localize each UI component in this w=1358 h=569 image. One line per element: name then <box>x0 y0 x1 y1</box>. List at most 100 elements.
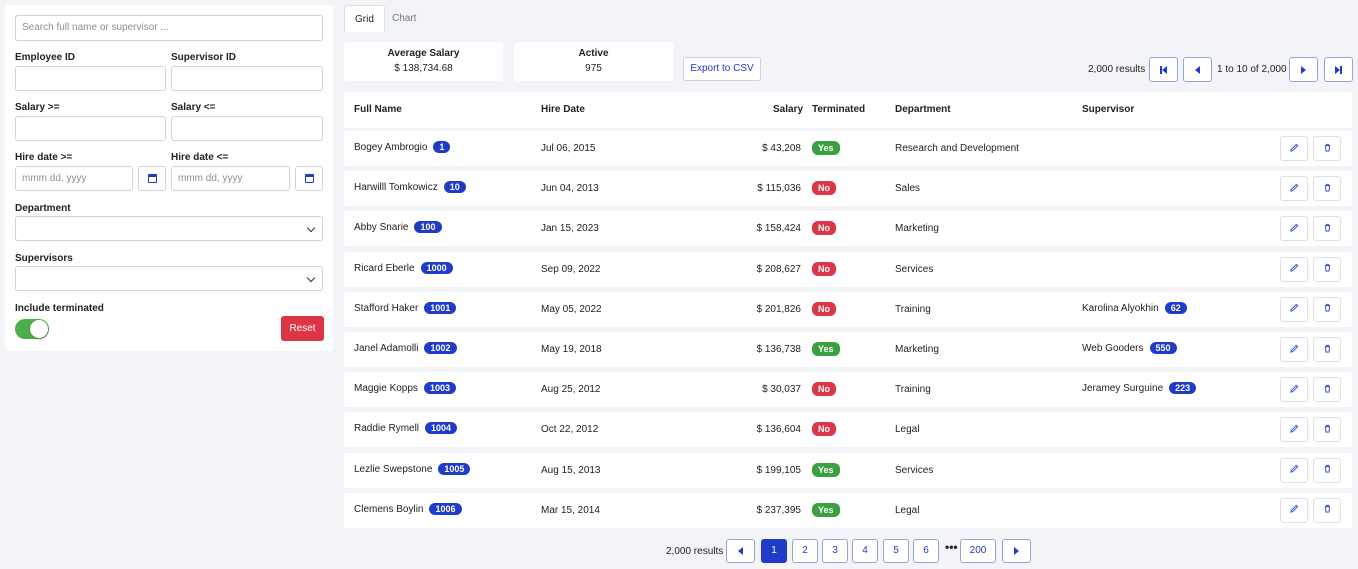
first-page-button[interactable] <box>1149 57 1178 82</box>
edit-button[interactable] <box>1280 377 1308 403</box>
supervisor-id-badge[interactable]: 62 <box>1164 301 1187 314</box>
terminated-badge: Yes <box>812 141 840 155</box>
employee-id-badge[interactable]: 10 <box>443 181 466 194</box>
tab-chart[interactable]: Chart <box>382 5 426 32</box>
column-salary[interactable]: Salary <box>773 104 803 115</box>
edit-button[interactable] <box>1280 417 1308 443</box>
cell-salary: $ 30,037 <box>762 384 801 396</box>
edit-button[interactable] <box>1280 176 1308 202</box>
delete-button[interactable] <box>1313 216 1341 242</box>
delete-button[interactable] <box>1313 176 1341 202</box>
employee-id-badge[interactable]: 1002 <box>424 342 457 354</box>
cell-department: Services <box>895 263 934 275</box>
trash-icon <box>1323 464 1332 476</box>
employee-id-badge[interactable]: 1000 <box>420 261 453 274</box>
delete-button[interactable] <box>1313 136 1341 161</box>
toggle-knob <box>30 320 48 338</box>
page-last-button[interactable]: 200 <box>960 539 996 563</box>
page-1-button[interactable]: 1 <box>761 539 787 563</box>
cell-hire-date: Jan 15, 2023 <box>541 223 599 235</box>
column-hire-date[interactable]: Hire Date <box>541 104 585 115</box>
edit-button[interactable] <box>1280 136 1308 161</box>
delete-button[interactable] <box>1313 457 1341 483</box>
cell-supervisor: Web Gooders 550 <box>1082 342 1177 354</box>
cell-full-name: Maggie Kopps 1003 <box>354 382 456 395</box>
pencil-icon <box>1289 143 1299 155</box>
cell-full-name: Ricard Eberle 1000 <box>354 261 453 274</box>
column-department[interactable]: Department <box>895 104 951 115</box>
delete-button[interactable] <box>1313 497 1341 523</box>
terminated-badge: No <box>812 422 836 437</box>
page-2-button[interactable]: 2 <box>792 539 818 563</box>
cell-full-name: Harwilll Tomkowicz 10 <box>354 181 466 194</box>
edit-button[interactable] <box>1280 256 1308 282</box>
delete-button[interactable] <box>1313 417 1341 443</box>
cell-department: Services <box>895 464 934 476</box>
cell-hire-date: Sep 09, 2022 <box>541 263 601 275</box>
department-select[interactable] <box>15 216 323 241</box>
page-6-button[interactable]: 6 <box>913 539 939 563</box>
terminated-badge: No <box>812 181 836 196</box>
employee-id-badge[interactable]: 1006 <box>429 502 462 515</box>
employee-name: Stafford Haker <box>354 302 419 314</box>
employee-id-badge[interactable]: 1001 <box>424 301 457 314</box>
trash-icon <box>1323 143 1332 155</box>
delete-button[interactable] <box>1313 256 1341 282</box>
page-4-button[interactable]: 4 <box>852 539 878 563</box>
employee-id-badge[interactable]: 1004 <box>425 422 458 435</box>
trash-icon <box>1323 183 1332 195</box>
cell-supervisor: Jeramey Surguine 223 <box>1082 382 1197 395</box>
supervisor-id-badge[interactable]: 223 <box>1169 382 1197 395</box>
employee-id-badge[interactable]: 1003 <box>423 382 456 395</box>
edit-button[interactable] <box>1280 457 1308 483</box>
chevron-left-icon <box>738 547 743 555</box>
supervisor-id-badge[interactable]: 550 <box>1149 342 1177 354</box>
page-5-button[interactable]: 5 <box>883 539 909 563</box>
cell-department: Marketing <box>895 344 939 355</box>
salary-max-field[interactable] <box>171 116 323 141</box>
next-page-button[interactable] <box>1289 57 1318 82</box>
column-full-name[interactable]: Full Name <box>354 104 402 115</box>
hire-max-field[interactable]: mmm dd, yyyy <box>171 166 290 191</box>
employee-id-badge[interactable]: 1 <box>433 141 451 153</box>
last-page-button[interactable] <box>1324 57 1353 82</box>
page-3-button[interactable]: 3 <box>822 539 848 563</box>
employee-name: Clemens Boylin <box>354 503 424 515</box>
supervisors-select[interactable] <box>15 266 323 291</box>
table-row: Ricard Eberle 1000 Sep 09, 2022 $ 208,627 No… <box>344 251 1352 287</box>
cell-department: Legal <box>895 424 920 436</box>
supervisor-id-label: Supervisor ID <box>171 52 237 63</box>
edit-button[interactable] <box>1280 296 1308 322</box>
edit-button[interactable] <box>1280 337 1308 362</box>
column-terminated[interactable]: Terminated <box>812 104 865 115</box>
edit-button[interactable] <box>1280 216 1308 242</box>
employee-id-badge[interactable]: 1005 <box>438 462 471 475</box>
hire-min-calendar-button[interactable] <box>138 166 166 191</box>
prev-page-button[interactable] <box>1183 57 1212 82</box>
salary-min-field[interactable] <box>15 116 166 141</box>
export-csv-button[interactable]: Export to CSV <box>683 57 761 81</box>
include-terminated-toggle[interactable] <box>15 319 49 339</box>
search-input[interactable]: Search full name or supervisor ... <box>15 15 323 41</box>
employee-id-field[interactable] <box>15 66 166 91</box>
hire-max-calendar-button[interactable] <box>295 166 323 191</box>
table-row: Raddie Rymell 1004 Oct 22, 2012 $ 136,604 No… <box>344 412 1352 448</box>
hire-min-field[interactable]: mmm dd, yyyy <box>15 166 133 191</box>
trash-icon <box>1323 384 1332 396</box>
delete-button[interactable] <box>1313 337 1341 362</box>
employee-id-badge[interactable]: 100 <box>414 221 442 234</box>
edit-button[interactable] <box>1280 497 1308 523</box>
page-range: 1 to 10 of 2,000 <box>1217 64 1287 75</box>
delete-button[interactable] <box>1313 377 1341 403</box>
reset-button[interactable]: Reset <box>281 316 324 341</box>
cell-hire-date: Oct 22, 2012 <box>541 424 599 436</box>
prev-page-button-bottom[interactable] <box>726 539 755 563</box>
employee-name: Ricard Eberle <box>354 262 415 274</box>
next-page-button-bottom[interactable] <box>1002 539 1031 563</box>
pencil-icon <box>1289 263 1299 275</box>
delete-button[interactable] <box>1313 296 1341 322</box>
column-supervisor[interactable]: Supervisor <box>1082 104 1134 115</box>
chevron-right-icon <box>1014 547 1019 555</box>
tab-grid[interactable]: Grid <box>344 5 385 32</box>
supervisor-id-field[interactable] <box>171 66 323 91</box>
